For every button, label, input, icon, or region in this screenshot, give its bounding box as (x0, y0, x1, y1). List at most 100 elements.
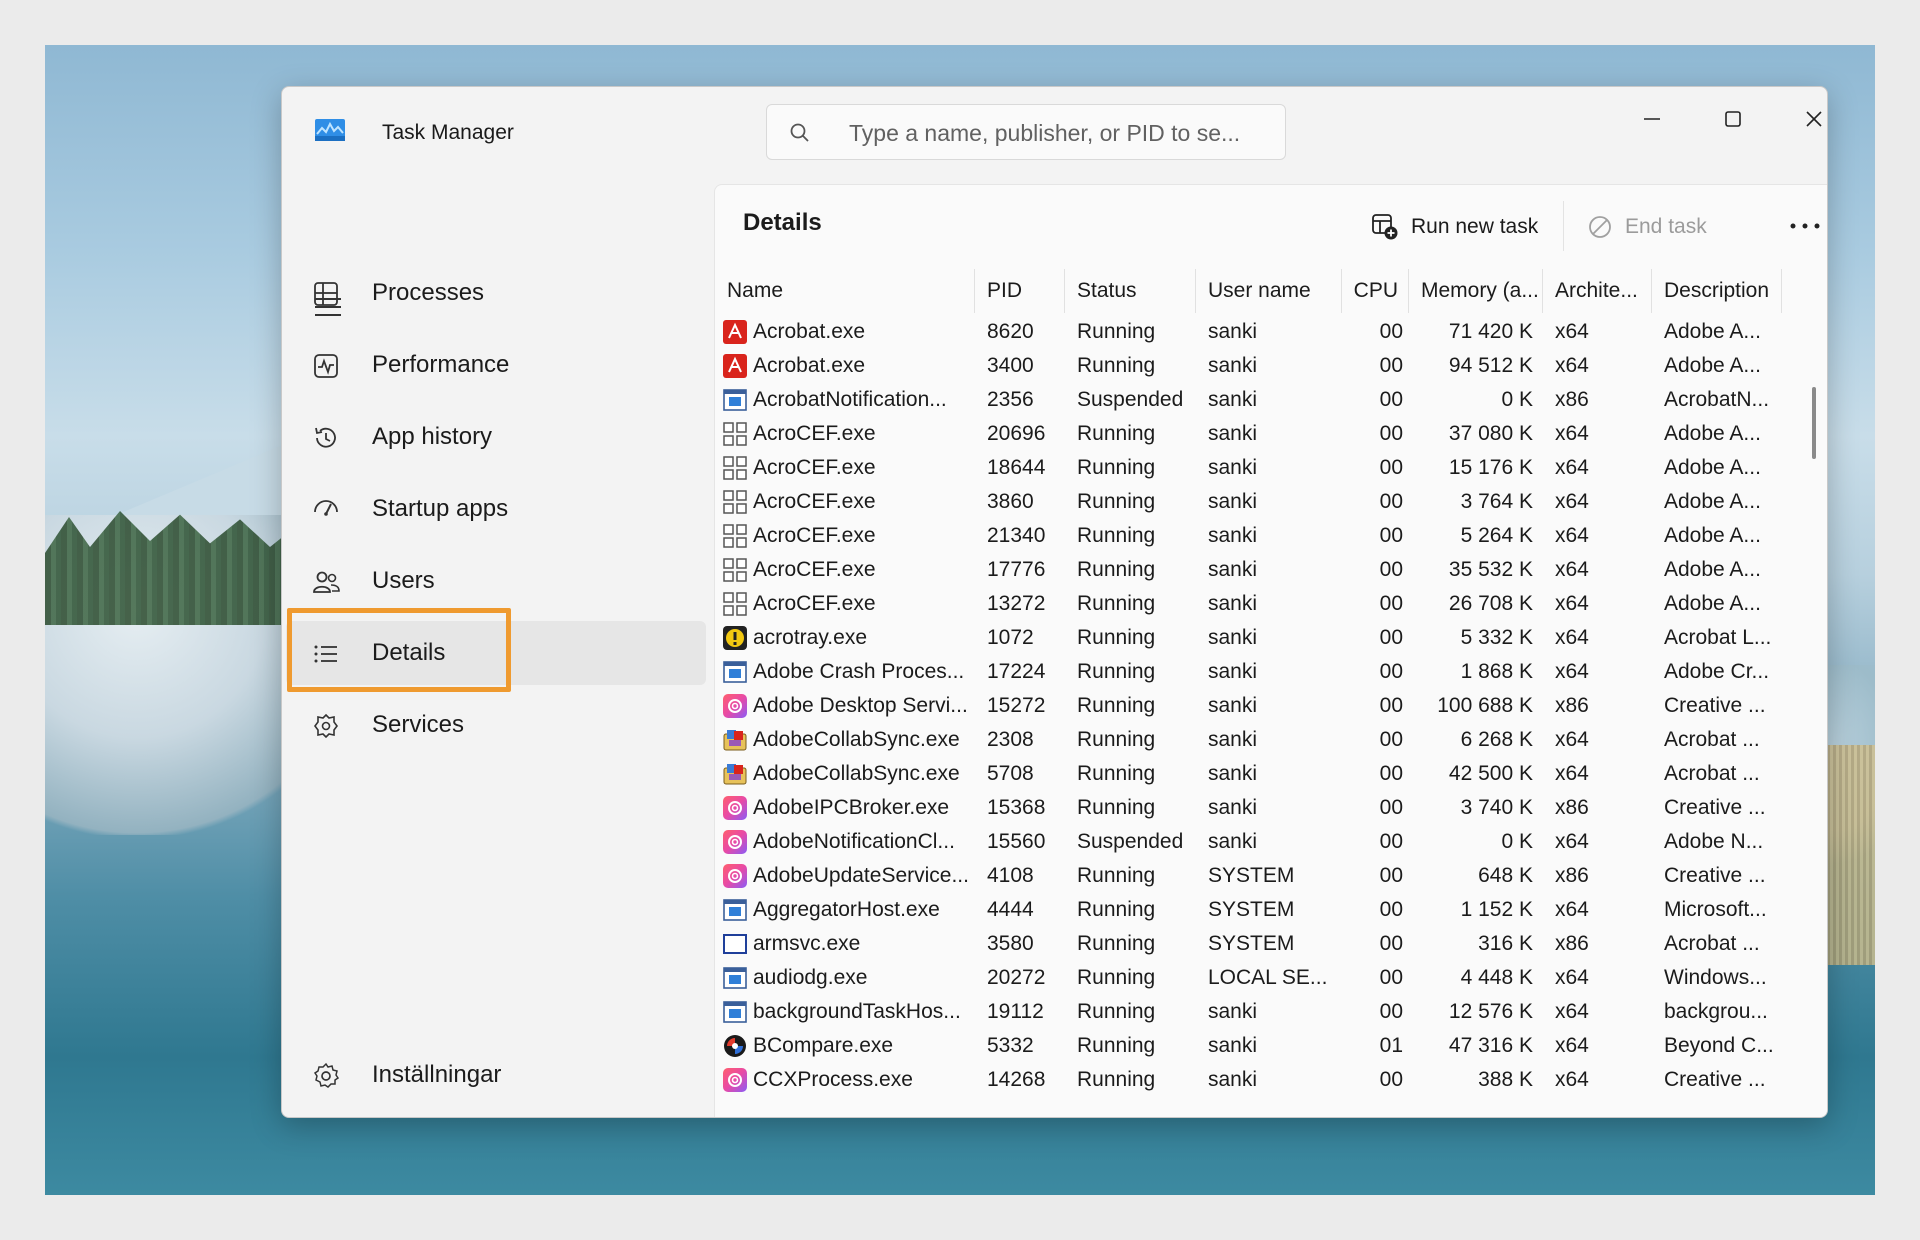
cell-name: armsvc.exe (723, 927, 975, 961)
end-task-button[interactable]: End task (1587, 207, 1707, 247)
sidebar-item-processes[interactable]: Processes (286, 261, 706, 325)
table-row[interactable]: AdobeCollabSync.exe 5708 Running sanki 00 42 … (715, 757, 1795, 791)
grid-icon (723, 592, 747, 616)
cell-pid-text: 1072 (987, 626, 1034, 649)
page-title: Details (743, 209, 822, 236)
cell-status-text: Running (1077, 1000, 1156, 1023)
cell-description-text: Adobe A... (1664, 456, 1761, 479)
sidebar-item-details[interactable]: Details (286, 621, 706, 685)
column-header-description[interactable]: Description (1652, 269, 1782, 313)
creative-icon (723, 694, 747, 718)
table-row[interactable]: Adobe Crash Proces... 17224 Running sanki 00… (715, 655, 1795, 689)
search-icon (790, 123, 809, 142)
cell-name: Acrobat.exe (723, 315, 975, 349)
cell-user-name-text: sanki (1208, 660, 1258, 683)
blank-window-icon (723, 932, 747, 956)
cell-cpu-text: 00 (1379, 388, 1403, 411)
title-bar[interactable]: Task Manager (282, 87, 1827, 173)
table-row[interactable]: AdobeIPCBroker.exe 15368 Running sanki 00 3 7… (715, 791, 1795, 825)
acrobat-icon (723, 320, 747, 344)
column-header-name[interactable]: ^ Name (715, 269, 975, 313)
cell-pid-text: 3400 (987, 354, 1034, 377)
sidebar-item-performance[interactable]: Performance (286, 333, 706, 397)
search-input[interactable] (847, 105, 1271, 161)
cell-user-name-text: SYSTEM (1208, 864, 1295, 887)
column-label: Status (1077, 279, 1137, 302)
cell-status: Running (1077, 417, 1196, 451)
table-row[interactable]: AggregatorHost.exe 4444 Running SYSTEM 00 1 1… (715, 893, 1795, 927)
cell-memory-text: 388 K (1478, 1068, 1533, 1091)
cell-status-text: Running (1077, 320, 1156, 343)
table-row[interactable]: AcroCEF.exe 3860 Running sanki 00 3 764 K x64 A… (715, 485, 1795, 519)
column-header-memory[interactable]: Memory (a... (1409, 269, 1543, 313)
creative-icon (723, 796, 747, 820)
sidebar-item-startup-apps[interactable]: Startup apps (286, 477, 706, 541)
process-name: backgroundTaskHos... (753, 1000, 961, 1023)
toolbar-divider (1563, 201, 1564, 251)
sidebar-item-app-history[interactable]: App history (286, 405, 706, 469)
sidebar-item-users[interactable]: Users (286, 549, 706, 613)
table-row[interactable]: AdobeNotificationCl... 15560 Suspended sank… (715, 825, 1795, 859)
table-row[interactable]: armsvc.exe 3580 Running SYSTEM 00 316 K x86 Acr… (715, 927, 1795, 961)
cell-pid: 1072 (987, 621, 1065, 655)
sidebar-item-label: Details (372, 639, 446, 666)
table-row[interactable]: AdobeUpdateService... 4108 Running SYSTEM 00… (715, 859, 1795, 893)
table-row[interactable]: AcroCEF.exe 13272 Running sanki 00 26 708 K x6… (715, 587, 1795, 621)
cell-user-name: sanki (1208, 553, 1342, 587)
cell-pid: 15560 (987, 825, 1065, 859)
cell-architecture: x64 (1555, 655, 1652, 689)
table-row[interactable]: acrotray.exe 1072 Running sanki 00 5 332 K x64… (715, 621, 1795, 655)
table-row[interactable]: CCXProcess.exe 14268 Running sanki 00 388 K x6… (715, 1063, 1795, 1097)
table-row[interactable]: Adobe Desktop Servi... 15272 Running sanki 0… (715, 689, 1795, 723)
table-row[interactable]: Acrobat.exe 8620 Running sanki 00 71 420 K x64… (715, 315, 1795, 349)
column-header-cpu[interactable]: CPU (1342, 269, 1409, 313)
table-row[interactable]: Acrobat.exe 3400 Running sanki 00 94 512 K x64… (715, 349, 1795, 383)
cell-cpu: 00 (1342, 689, 1403, 723)
cell-architecture: x64 (1555, 349, 1652, 383)
cell-user-name-text: sanki (1208, 320, 1258, 343)
table-row[interactable]: backgroundTaskHos... 19112 Running sanki 00 1… (715, 995, 1795, 1029)
more-options-button[interactable] (1785, 211, 1825, 241)
search-box[interactable] (766, 104, 1286, 161)
vertical-scrollbar[interactable] (1812, 387, 1816, 459)
cell-user-name-text: sanki (1208, 388, 1258, 411)
cell-description-text: Beyond C... (1664, 1034, 1774, 1057)
table-row[interactable]: AcroCEF.exe 18644 Running sanki 00 15 176 K x6… (715, 451, 1795, 485)
table-row[interactable]: AcrobatNotification... 2356 Suspended sanki… (715, 383, 1795, 417)
cell-architecture: x86 (1555, 689, 1652, 723)
table-row[interactable]: AcroCEF.exe 20696 Running sanki 00 37 080 K x6… (715, 417, 1795, 451)
run-new-task-button[interactable]: Run new task (1371, 207, 1538, 247)
cell-pid-text: 3580 (987, 932, 1034, 955)
sidebar-item-services[interactable]: Services (286, 693, 706, 757)
column-header-status[interactable]: Status (1065, 269, 1196, 313)
collab-icon (723, 728, 747, 752)
process-name: AcroCEF.exe (753, 490, 876, 513)
table-row[interactable]: AdobeCollabSync.exe 2308 Running sanki 00 6 2… (715, 723, 1795, 757)
cell-status: Running (1077, 859, 1196, 893)
cell-pid: 3860 (987, 485, 1065, 519)
sidebar-item-settings[interactable]: Inställningar (286, 1043, 706, 1107)
column-header-pid[interactable]: PID (975, 269, 1065, 313)
cell-pid: 17224 (987, 655, 1065, 689)
process-name: audiodg.exe (753, 966, 868, 989)
maximize-button[interactable] (1703, 97, 1763, 141)
cell-name: audiodg.exe (723, 961, 975, 995)
cell-description-text: Adobe A... (1664, 558, 1761, 581)
gear-icon (313, 1062, 340, 1088)
cell-description-text: Adobe N... (1664, 830, 1764, 853)
cell-user-name: sanki (1208, 485, 1342, 519)
table-row[interactable]: audiodg.exe 20272 Running LOCAL SE... 00 4 44… (715, 961, 1795, 995)
column-header-architecture[interactable]: Archite... (1543, 269, 1652, 313)
table-row[interactable]: BCompare.exe 5332 Running sanki 01 47 316 K x6… (715, 1029, 1795, 1063)
cell-memory: 5 332 K (1409, 621, 1533, 655)
cell-architecture: x64 (1555, 485, 1652, 519)
minimize-button[interactable] (1622, 97, 1682, 141)
bcompare-icon (723, 1034, 747, 1058)
close-button[interactable] (1784, 97, 1827, 141)
cell-architecture-text: x64 (1555, 966, 1589, 989)
column-header-user-name[interactable]: User name (1196, 269, 1342, 313)
table-row[interactable]: AcroCEF.exe 21340 Running sanki 00 5 264 K x64… (715, 519, 1795, 553)
cell-status: Running (1077, 961, 1196, 995)
table-row[interactable]: AcroCEF.exe 17776 Running sanki 00 35 532 K x6… (715, 553, 1795, 587)
cell-cpu: 00 (1342, 315, 1403, 349)
